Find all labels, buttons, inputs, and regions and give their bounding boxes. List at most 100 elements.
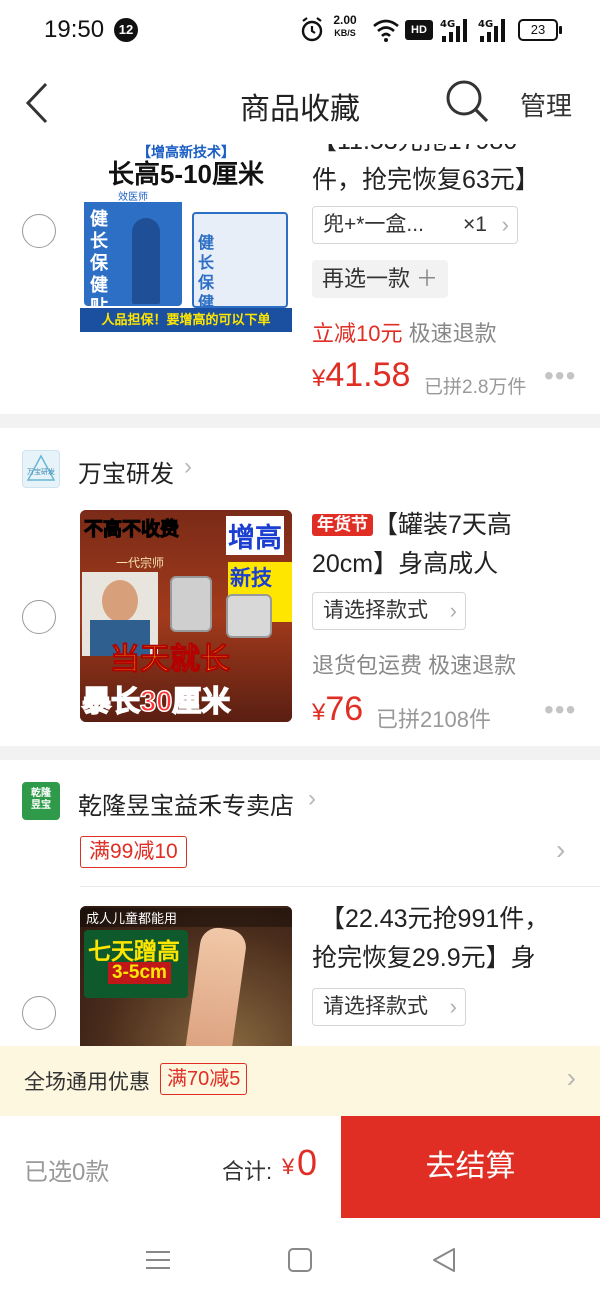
store-coupon-badge[interactable]: 满99减10 xyxy=(80,836,187,868)
thumb-person-face xyxy=(102,580,138,622)
checkout-button[interactable]: 去结算 xyxy=(341,1116,600,1218)
menu-icon[interactable] xyxy=(142,1244,174,1276)
hd-voice-icon: HD xyxy=(405,20,433,40)
sku-value: 兜+*一盒... xyxy=(323,213,424,236)
chevron-right-icon: › xyxy=(449,598,457,623)
signal-4g-icon: 4G xyxy=(440,19,467,42)
sku-selector[interactable]: 请选择款式 › xyxy=(312,592,466,630)
total-value: 0 xyxy=(297,1142,318,1183)
thumb-brand: 效医师 xyxy=(84,188,182,203)
thumb-text-1: 不高不收费 xyxy=(83,519,180,541)
thumb-text-6: 一代宗师 xyxy=(116,556,165,570)
more-options-icon[interactable]: ••• xyxy=(544,360,576,392)
price: ¥76 xyxy=(312,690,363,729)
row-divider xyxy=(80,886,600,887)
wifi-icon xyxy=(373,19,399,42)
refund-label: 退货包运费 极速退款 xyxy=(312,653,517,678)
thumb-label-box: 七天蹭高 3-5cm xyxy=(84,930,188,998)
reselect-label: 再选一款 xyxy=(322,266,411,291)
battery-icon: 23 xyxy=(518,19,562,41)
divider xyxy=(0,746,600,760)
product-title-line: 件，抢完恢复63元】 xyxy=(312,166,540,194)
page-title: 商品收藏 xyxy=(240,93,360,126)
promo-line: 立减10元 极速退款 xyxy=(312,316,497,348)
product-thumbnail[interactable]: 成人儿童都能用 七天蹭高 3-5cm xyxy=(80,906,292,1046)
sku-selector[interactable]: 兜+*一盒... ×1 › xyxy=(312,206,518,244)
price-value: 76 xyxy=(325,690,364,728)
thumb-box-2: 健长保健贴 xyxy=(192,212,288,332)
product-thumbnail[interactable]: 【增高新技术】 长高5-10厘米 效医师 健长保健贴 健长保健贴 人品担保！要增… xyxy=(80,144,292,342)
price-value: 41.58 xyxy=(325,356,411,394)
product-title-text: 【罐装7天高 xyxy=(373,511,512,539)
chevron-left-icon[interactable] xyxy=(22,80,54,126)
select-radio[interactable] xyxy=(22,996,56,1030)
sku-value: 请选择款式 xyxy=(323,995,428,1018)
network-speed: 2.00 KB/S xyxy=(327,14,363,42)
store-logo-text: 乾隆昱宝 xyxy=(31,788,51,811)
back-nav-icon[interactable] xyxy=(428,1244,460,1276)
alarm-icon xyxy=(301,17,323,42)
total-label: 合计: xyxy=(222,1159,273,1184)
select-radio[interactable] xyxy=(22,214,56,248)
thumb-can-1 xyxy=(170,576,212,632)
notification-count-badge: 12 xyxy=(114,18,138,42)
refund-label: 极速退款 xyxy=(408,321,497,346)
thumb-box-1: 效医师 健长保健贴 xyxy=(84,188,182,317)
chevron-right-icon: › xyxy=(184,453,192,480)
product-title-line: 抢完恢复29.9元】身 xyxy=(312,944,536,972)
chevron-right-icon[interactable]: › xyxy=(556,834,565,866)
sku-selector[interactable]: 请选择款式 › xyxy=(312,988,466,1026)
search-icon[interactable] xyxy=(444,78,490,124)
product-title-line: 【22.43元抢991件， xyxy=(320,905,550,933)
thumb-text-1: 成人儿童都能用 xyxy=(80,908,292,927)
reselect-button[interactable]: 再选一款＋ xyxy=(312,260,449,298)
divider xyxy=(0,414,600,428)
thumb-silhouette xyxy=(132,218,160,304)
signal2-label: 4G xyxy=(478,19,493,30)
network-speed-value: 2.00 xyxy=(333,13,357,27)
select-radio[interactable] xyxy=(22,600,56,634)
network-speed-unit: KB/S xyxy=(334,28,356,38)
store-logo: 万宝研发 xyxy=(22,450,60,488)
discount-label: 立减10元 xyxy=(312,321,403,346)
price-currency: ¥ xyxy=(312,365,326,392)
sold-count: 已拼2.8万件 xyxy=(424,377,527,398)
product-title[interactable]: 【11.53元抢17980 件，抢完恢复63元】 xyxy=(312,144,540,200)
thumb-headline: 长高5-10厘米 xyxy=(107,159,265,189)
favorites-list[interactable]: 【增高新技术】 长高5-10厘米 效医师 健长保健贴 健长保健贴 人品担保！要增… xyxy=(0,144,600,1046)
manage-button[interactable]: 管理 xyxy=(520,86,572,123)
home-icon[interactable] xyxy=(284,1244,316,1276)
nav-header: 商品收藏 管理 xyxy=(0,62,600,144)
promo-line: 退货包运费 极速退款 xyxy=(312,648,516,680)
thumb-can-2 xyxy=(226,594,272,638)
selected-count: 已选0款 xyxy=(24,1159,110,1186)
product-title-line: 20cm】身高成人 xyxy=(312,550,499,578)
price-currency: ¥ xyxy=(312,699,326,726)
thumb-box-text: 健长保健贴 xyxy=(90,209,108,317)
total-currency: ¥ xyxy=(282,1154,295,1179)
sku-value: 请选择款式 xyxy=(323,599,428,622)
system-nav-bar xyxy=(0,1218,600,1300)
store-logo-triangle: 万宝研发 xyxy=(26,454,56,481)
signal1-label: 4G xyxy=(440,19,455,30)
thumb-text-2: 七天蹭高 xyxy=(88,938,180,964)
thumb-text-2: 增高 xyxy=(226,516,284,555)
store-name[interactable]: 万宝研发 xyxy=(78,454,174,489)
thumb-banner: 人品担保！要增高的可以下单 xyxy=(80,308,292,332)
status-time: 19:50 xyxy=(44,16,105,43)
more-options-icon[interactable]: ••• xyxy=(544,694,576,726)
platform-coupon-bar[interactable]: 全场通用优惠 满70减5 › xyxy=(0,1046,600,1116)
coupon-bar-tag: 满70减5 xyxy=(160,1063,248,1095)
sold-count: 已拼2108件 xyxy=(376,707,491,732)
signal-4g-icon-2: 4G xyxy=(478,19,505,42)
product-title[interactable]: 年货节 【罐装7天高 20cm】身高成人 xyxy=(312,506,512,584)
store-name[interactable]: 乾隆昱宝益禾专卖店 xyxy=(78,786,294,821)
chevron-right-icon: › xyxy=(449,994,457,1019)
product-thumbnail[interactable]: 不高不收费 增高 一代宗师 新技术 当天就长 暴长30厘米 xyxy=(80,510,292,722)
product-title[interactable]: 【22.43元抢991件， 抢完恢复29.9元】身 xyxy=(312,900,549,978)
checkout-bar: 已选0款 合计: ¥ 0 去结算 xyxy=(0,1116,600,1218)
plus-icon: ＋ xyxy=(416,266,439,291)
status-bar: 19:50 12 2.00 KB/S HD 4G 4G 23 xyxy=(0,0,600,62)
chevron-right-icon: › xyxy=(566,1062,576,1093)
chevron-right-icon: › xyxy=(501,212,509,237)
